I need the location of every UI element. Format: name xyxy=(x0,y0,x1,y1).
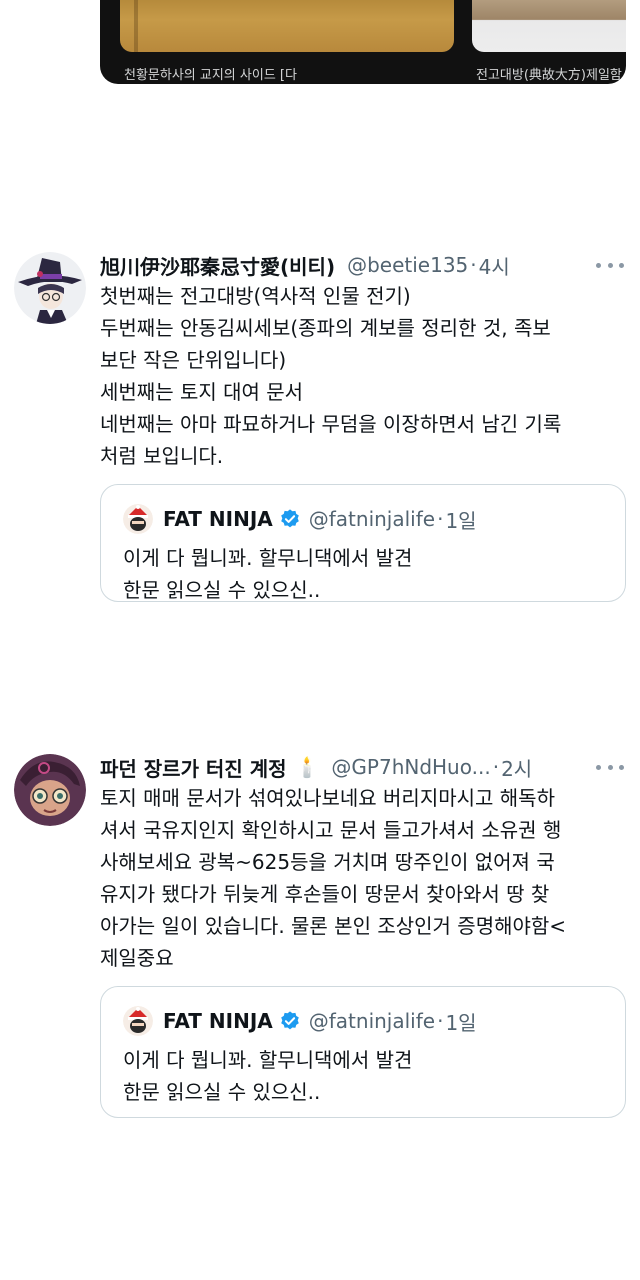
quote-text-line: 한문 읽으실 수 있으신.. xyxy=(123,1080,321,1104)
verified-badge-icon xyxy=(280,509,299,528)
verified-badge-icon xyxy=(280,1011,299,1030)
media-caption-left: 천황문하사의 교지의 사이드 [다 xyxy=(124,68,297,83)
quote-display-name[interactable]: FAT NINJA xyxy=(163,1009,273,1033)
timestamp[interactable]: 2시 xyxy=(501,753,532,782)
quote-text-line: 한문 읽으실 수 있으신.. xyxy=(123,578,321,602)
display-name[interactable]: 파던 장르가 터진 계정 xyxy=(100,753,287,782)
media-card[interactable]: 천황문하사의 교지의 사이드 [다 전고대방(典故大方)제일함 - 고서 xyxy=(100,0,626,84)
quote-avatar[interactable] xyxy=(123,504,153,534)
tweet-text-line: 유지가 됐다가 뒤늦게 후손들이 땅문서 찾아와서 땅 찾 xyxy=(100,882,550,906)
quote-text-line: 이게 다 뭡니꽈. 할무니댁에서 발견 xyxy=(123,1048,413,1072)
quote-tweet[interactable]: FAT NINJA @fatninjalife · 1일 이게 다 뭡니꽈. 할… xyxy=(100,986,626,1118)
tweet-header: 旭川伊沙耶秦忌寸愛(비티) @beetie135 · 4시 xyxy=(100,250,510,280)
timestamp[interactable]: 4시 xyxy=(479,251,510,280)
more-icon[interactable] xyxy=(596,752,624,782)
avatar[interactable] xyxy=(14,754,86,826)
quote-display-name[interactable]: FAT NINJA xyxy=(163,507,273,531)
tweet-text-line: 두번째는 안동김씨세보(종파의 계보를 정리한 것, 족보 xyxy=(100,316,551,340)
separator-dot: · xyxy=(437,507,444,531)
quote-header: FAT NINJA @fatninjalife · 1일 xyxy=(123,503,477,535)
tweet[interactable]: 파던 장르가 터진 계정 🕯️ @GP7hNdHuo... · 2시 토지 매매… xyxy=(0,740,640,1140)
display-name[interactable]: 旭川伊沙耶秦忌寸愛(비티) xyxy=(100,251,335,280)
quote-timestamp[interactable]: 1일 xyxy=(445,1007,476,1036)
candle-emoji: 🕯️ xyxy=(294,755,320,779)
separator-dot: · xyxy=(470,253,477,277)
user-handle[interactable]: @beetie135 xyxy=(347,253,468,277)
separator-dot: · xyxy=(492,755,500,779)
user-handle[interactable]: @GP7hNdHuo... xyxy=(331,755,490,779)
tweet-text-line: 제일중요 xyxy=(100,946,174,970)
quote-handle[interactable]: @fatninjalife xyxy=(309,507,435,531)
tweet-text-line: 토지 매매 문서가 섞여있나보네요 버리지마시고 해독하 xyxy=(100,786,555,810)
tweet-text-line: 사해보세요 광복~625등을 거치며 땅주인이 없어져 국 xyxy=(100,850,555,874)
tweet-text-line: 세번째는 토지 대여 문서 xyxy=(100,380,304,404)
quote-header: FAT NINJA @fatninjalife · 1일 xyxy=(123,1005,477,1037)
quote-text-line: 이게 다 뭡니꽈. 할무니댁에서 발견 xyxy=(123,546,413,570)
tweet-text-line: 네번째는 아마 파묘하거나 무덤을 이장하면서 남긴 기록 xyxy=(100,412,562,436)
tweet-text-line: 아가는 일이 있습니다. 물론 본인 조상인거 증명해야함< xyxy=(100,914,567,938)
avatar[interactable] xyxy=(14,252,86,324)
media-image-left[interactable] xyxy=(120,0,454,52)
tweet-text-line: 첫번째는 전고대방(역사적 인물 전기) xyxy=(100,284,411,308)
quote-handle[interactable]: @fatninjalife xyxy=(309,1009,435,1033)
tweet-text-line: 처럼 보입니다. xyxy=(100,444,224,468)
tweet-text-line: 보단 작은 단위입니다) xyxy=(100,348,287,372)
separator-dot: · xyxy=(437,1009,444,1033)
media-caption-right: 전고대방(典故大方)제일함 - 고서 xyxy=(476,68,626,83)
tweet[interactable]: 旭川伊沙耶秦忌寸愛(비티) @beetie135 · 4시 첫번째는 전고대방(… xyxy=(0,240,640,620)
quote-timestamp[interactable]: 1일 xyxy=(445,505,476,534)
tweet-header: 파던 장르가 터진 계정 🕯️ @GP7hNdHuo... · 2시 xyxy=(100,752,532,782)
tweet-text-line: 셔서 국유지인지 확인하시고 문서 들고가셔서 소유권 행 xyxy=(100,818,562,842)
media-image-right[interactable] xyxy=(472,0,626,52)
quote-tweet[interactable]: FAT NINJA @fatninjalife · 1일 이게 다 뭡니꽈. 할… xyxy=(100,484,626,602)
more-icon[interactable] xyxy=(596,250,624,280)
quote-avatar[interactable] xyxy=(123,1006,153,1036)
